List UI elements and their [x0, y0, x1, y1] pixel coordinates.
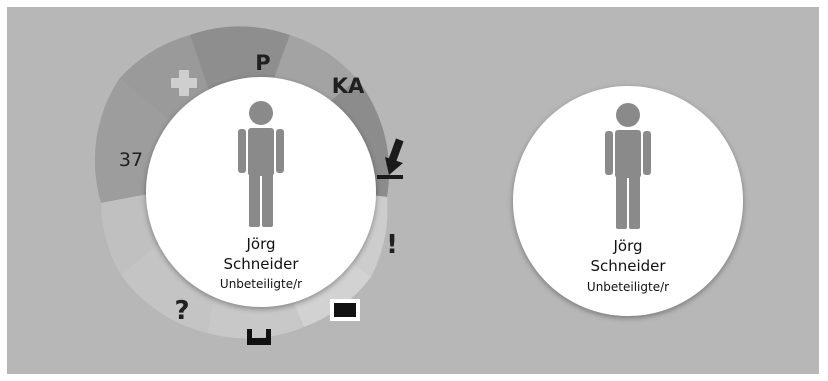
- person-last-name: Schneider: [223, 255, 299, 273]
- person-first-name: Jörg: [245, 235, 275, 253]
- black-square-icon: [330, 299, 360, 321]
- segment-alert-label: !: [386, 230, 398, 260]
- background-panel: P KA ! ? 37 Jörg Schneider Unbeteiligte/…: [7, 7, 819, 374]
- segment-number-label: 37: [119, 149, 143, 171]
- person-first-name: Jörg: [612, 237, 642, 255]
- canvas: P KA ! ? 37 Jörg Schneider Unbeteiligte/…: [94, 26, 743, 345]
- person-card-left[interactable]: Jörg Schneider Unbeteiligte/r: [146, 77, 376, 307]
- person-card-right[interactable]: Jörg Schneider Unbeteiligte/r: [513, 86, 743, 316]
- segment-ka-label: KA: [332, 74, 365, 98]
- person-role: Unbeteiligte/r: [587, 280, 669, 294]
- person-last-name: Schneider: [590, 257, 666, 275]
- person-role: Unbeteiligte/r: [220, 277, 302, 291]
- segment-p-label: P: [255, 51, 270, 75]
- segment-question-label: ?: [174, 296, 189, 326]
